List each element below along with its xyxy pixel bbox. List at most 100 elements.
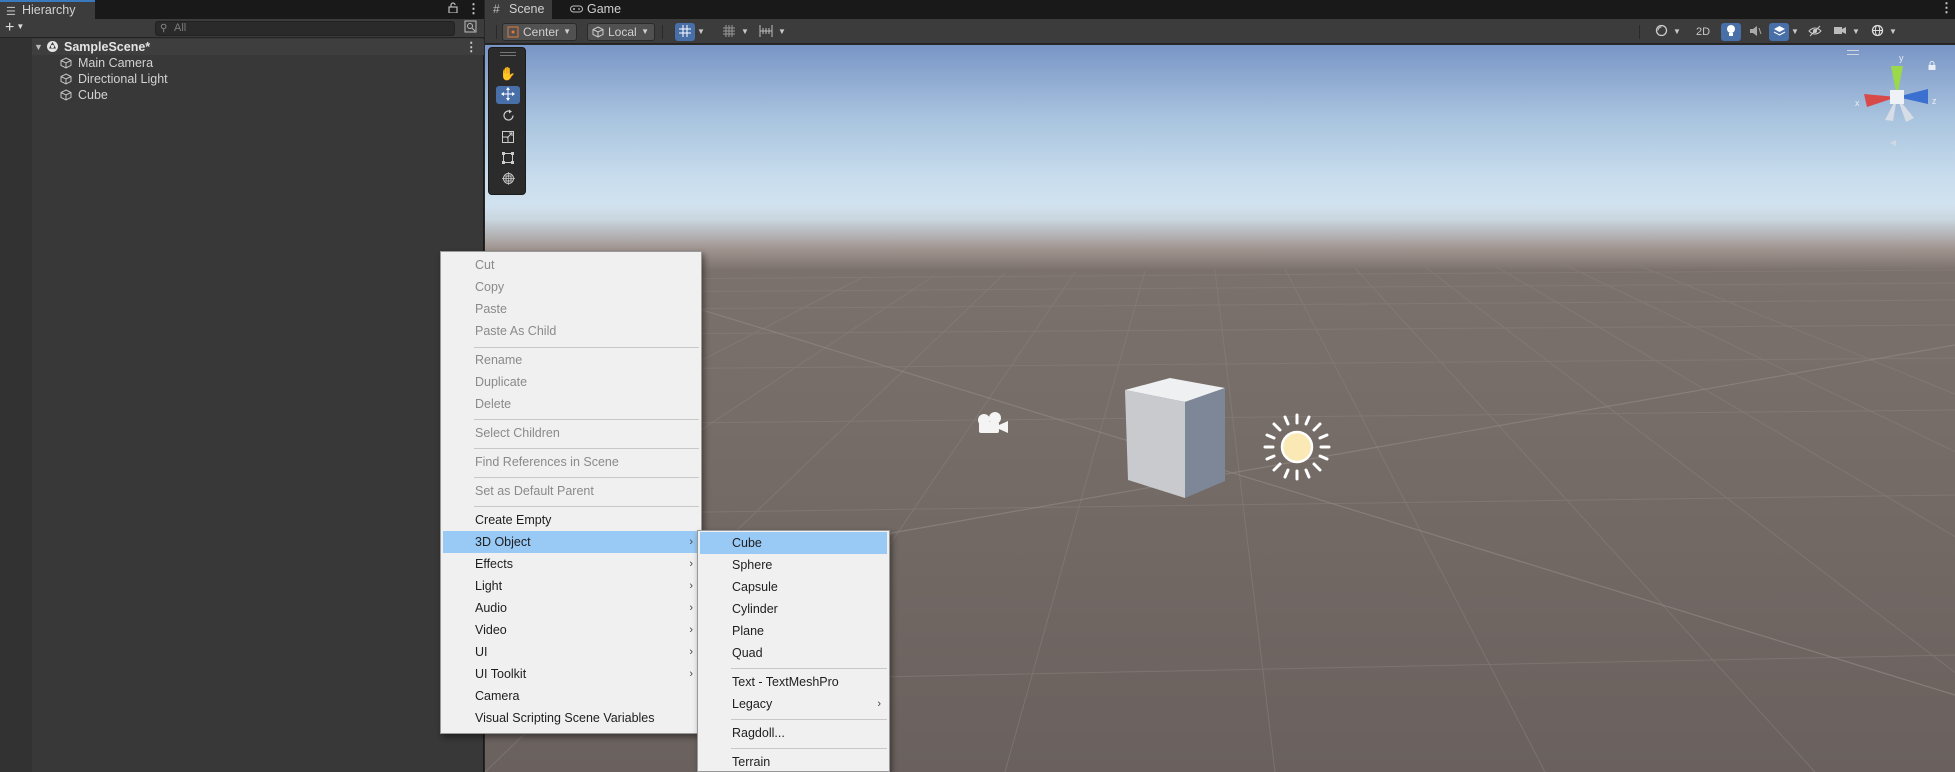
projection-toggle-icon[interactable] [1890, 140, 1896, 146]
menu-item-light[interactable]: Light › [443, 575, 699, 597]
submenu-item-cube[interactable]: Cube [700, 532, 887, 554]
menu-separator [474, 347, 699, 348]
hierarchy-item-cube[interactable]: Cube [32, 87, 484, 103]
menu-item-create-empty[interactable]: Create Empty [443, 509, 699, 531]
submenu-item-sphere[interactable]: Sphere [700, 554, 887, 576]
transform-tool-button[interactable] [496, 170, 520, 188]
scene-camera-button[interactable] [1830, 23, 1850, 41]
menu-item-copy[interactable]: Copy [443, 276, 699, 298]
scene-kebab-icon[interactable]: ⋮ [465, 39, 478, 55]
hierarchy-gutter [0, 38, 32, 772]
3d-object-submenu: Cube Sphere Capsule Cylinder Plane Quad … [697, 530, 890, 772]
menu-item-paste[interactable]: Paste [443, 298, 699, 320]
view-tool-button[interactable]: ✋ [496, 65, 520, 83]
scene-tab-bar: # Scene Game ⋮ [485, 0, 1955, 19]
menu-item-ui-toolkit[interactable]: UI Toolkit › [443, 663, 699, 685]
menu-item-duplicate[interactable]: Duplicate [443, 371, 699, 393]
menu-item-paste-as-child[interactable]: Paste As Child [443, 320, 699, 342]
lock-icon[interactable] [448, 2, 458, 16]
menu-item-label: Legacy [732, 697, 773, 711]
gameobject-cube-icon [60, 89, 72, 101]
gizmos-toggle[interactable] [1867, 23, 1887, 41]
directional-light-gizmo-icon[interactable] [1263, 413, 1331, 481]
menu-item-rename[interactable]: Rename [443, 349, 699, 371]
hierarchy-item-label: Directional Light [78, 72, 168, 86]
scale-tool-button[interactable] [496, 128, 520, 146]
align-toggle[interactable] [756, 23, 776, 41]
scene-camera-caret[interactable]: ▼ [1850, 23, 1862, 41]
search-placeholder: All [174, 22, 187, 34]
gizmo-center-cube[interactable] [1890, 90, 1904, 104]
align-caret[interactable]: ▼ [776, 23, 788, 41]
gizmo-lock-icon[interactable] [1928, 59, 1936, 73]
increment-snap-caret[interactable]: ▼ [739, 23, 751, 41]
lighting-toggle[interactable] [1721, 23, 1741, 41]
camera-gizmo-icon[interactable] [978, 412, 1008, 433]
tab-hierarchy[interactable]: ☰ Hierarchy [0, 0, 95, 19]
menu-separator [474, 506, 699, 507]
search-input[interactable]: ⚲ All [155, 21, 455, 36]
menu-item-label: Effects [475, 557, 513, 571]
kebab-menu-icon[interactable]: ⋮ [467, 1, 480, 17]
menu-item-set-default-parent[interactable]: Set as Default Parent [443, 480, 699, 502]
menu-separator [731, 668, 887, 669]
submenu-item-legacy[interactable]: Legacy › [700, 693, 887, 715]
hierarchy-tab-bar: ☰ Hierarchy ⋮ [0, 0, 484, 19]
menu-item-visual-scripting-variables[interactable]: Visual Scripting Scene Variables [443, 707, 699, 729]
menu-item-ui[interactable]: UI › [443, 641, 699, 663]
submenu-item-plane[interactable]: Plane [700, 620, 887, 642]
menu-separator [474, 477, 699, 478]
menu-item-effects[interactable]: Effects › [443, 553, 699, 575]
grid-snap-caret[interactable]: ▼ [695, 23, 707, 41]
fold-arrow-icon[interactable]: ▼ [34, 39, 43, 55]
draw-mode-caret[interactable]: ▼ [1671, 23, 1683, 41]
tab-scene[interactable]: # Scene [485, 0, 552, 19]
toolbar-divider [1639, 25, 1640, 39]
drag-handle[interactable] [500, 52, 516, 56]
gizmos-caret[interactable]: ▼ [1887, 23, 1899, 41]
move-arrows-icon [501, 87, 515, 101]
submenu-item-text-meshpro[interactable]: Text - TextMeshPro [700, 671, 887, 693]
submenu-item-ragdoll[interactable]: Ragdoll... [700, 722, 887, 744]
pivot-rotation-dropdown[interactable]: Local ▼ [587, 23, 655, 41]
menu-item-camera[interactable]: Camera [443, 685, 699, 707]
menu-item-audio[interactable]: Audio › [443, 597, 699, 619]
submenu-item-quad[interactable]: Quad [700, 642, 887, 664]
chevron-right-icon: › [877, 698, 881, 710]
submenu-item-capsule[interactable]: Capsule [700, 576, 887, 598]
submenu-item-terrain[interactable]: Terrain [700, 751, 887, 772]
scene-row[interactable]: ▼ SampleScene* ⋮ [32, 39, 484, 55]
move-tool-button[interactable] [496, 86, 520, 104]
menu-item-select-children[interactable]: Select Children [443, 422, 699, 444]
hierarchy-item-label: Cube [78, 88, 108, 102]
rotate-icon [502, 109, 514, 121]
hierarchy-item-main-camera[interactable]: Main Camera [32, 55, 484, 71]
audio-toggle[interactable] [1745, 23, 1765, 41]
rotate-tool-button[interactable] [496, 107, 520, 125]
kebab-menu-icon[interactable]: ⋮ [1940, 0, 1953, 16]
pivot-mode-dropdown[interactable]: Center ▼ [502, 23, 577, 41]
rect-transform-icon [502, 152, 514, 164]
transform-tools-panel: ✋ [488, 47, 526, 195]
toolbar-divider [496, 25, 497, 39]
filter-icon[interactable] [464, 20, 478, 36]
menu-item-find-references[interactable]: Find References in Scene [443, 451, 699, 473]
menu-item-cut[interactable]: Cut [443, 254, 699, 276]
rect-tool-button[interactable] [496, 149, 520, 167]
toggle-2d-button[interactable]: 2D [1690, 23, 1716, 41]
hierarchy-item-directional-light[interactable]: Directional Light [32, 71, 484, 87]
effects-toggle[interactable] [1769, 23, 1789, 41]
menu-item-3d-object[interactable]: 3D Object › [443, 531, 699, 553]
menu-item-delete[interactable]: Delete [443, 393, 699, 415]
draw-mode-button[interactable] [1651, 23, 1671, 41]
scene-name: SampleScene* [64, 40, 151, 54]
increment-snap-toggle[interactable] [719, 23, 739, 41]
add-object-button[interactable]: + ▼ [5, 19, 24, 39]
grid-snap-toggle[interactable] [675, 23, 695, 41]
cube-object[interactable] [1125, 378, 1225, 498]
effects-caret[interactable]: ▼ [1789, 23, 1801, 41]
menu-item-video[interactable]: Video › [443, 619, 699, 641]
submenu-item-cylinder[interactable]: Cylinder [700, 598, 887, 620]
hidden-objects-toggle[interactable] [1805, 23, 1825, 41]
tab-game[interactable]: Game [570, 0, 621, 19]
